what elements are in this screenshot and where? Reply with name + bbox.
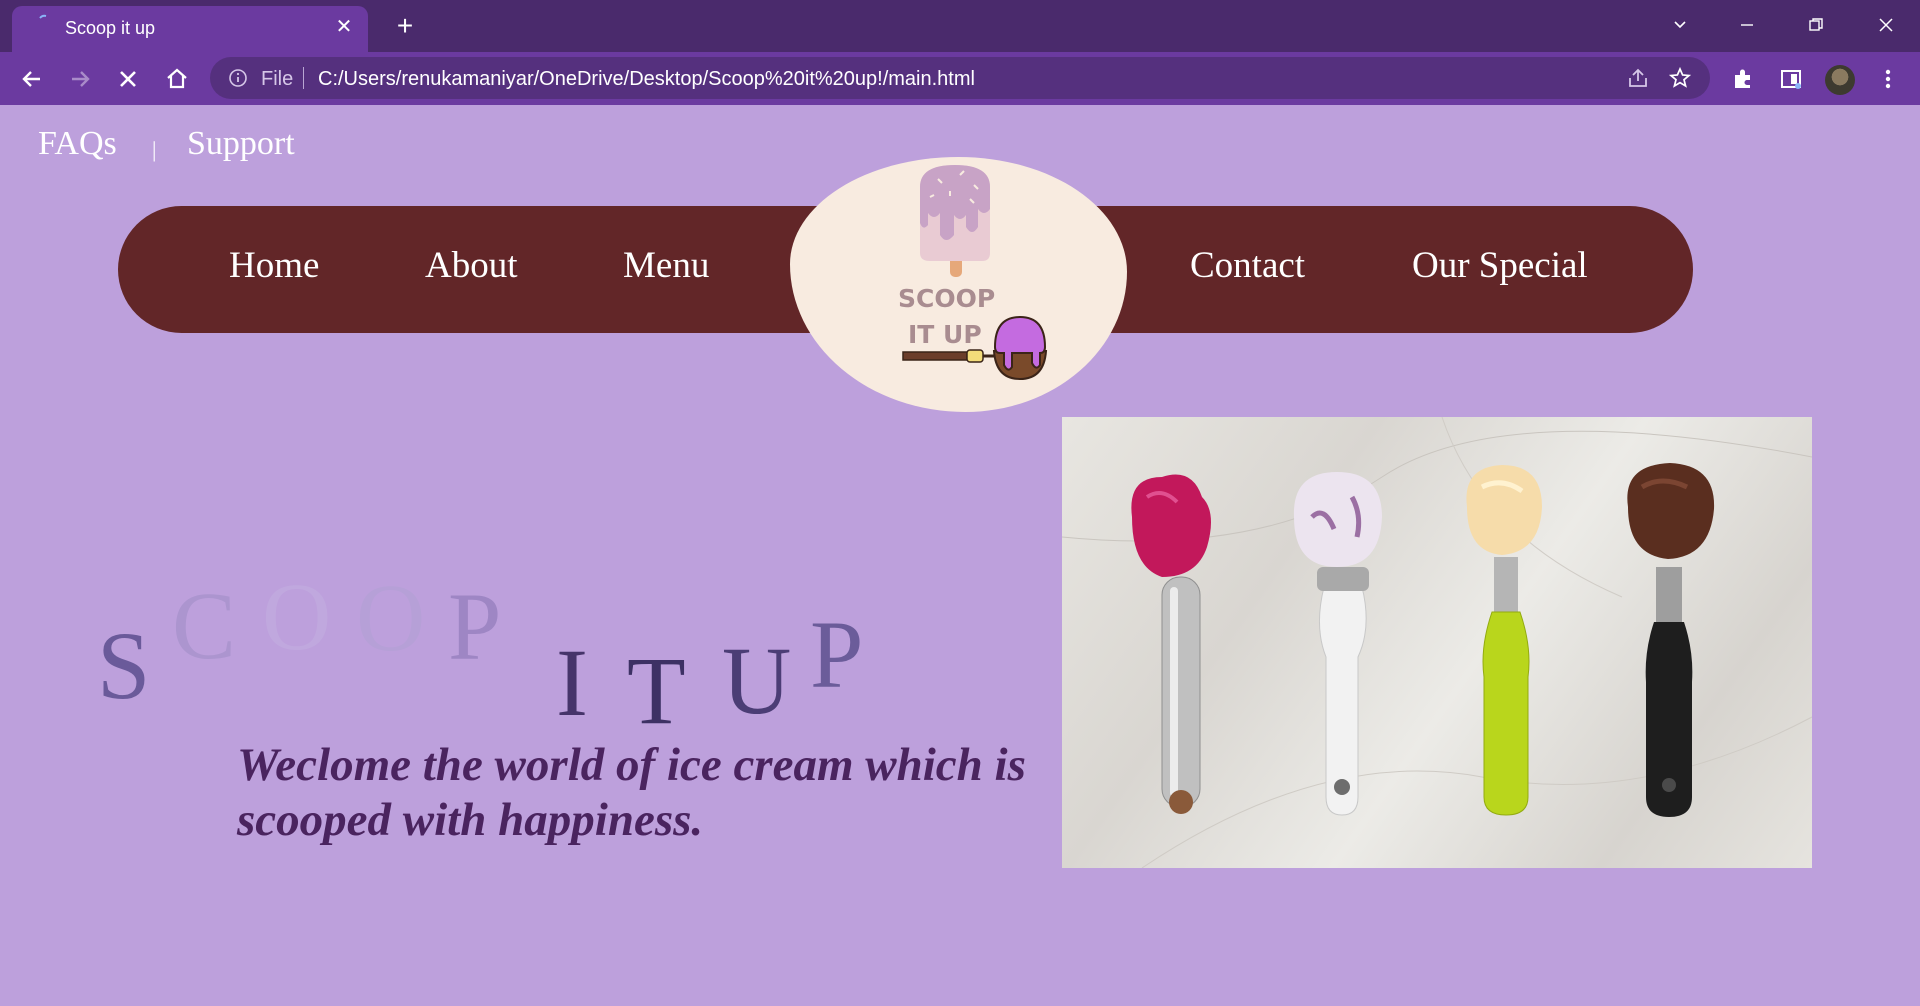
scoops-image	[1062, 417, 1812, 868]
scoop-2	[1293, 472, 1382, 816]
info-icon[interactable]	[228, 68, 248, 88]
close-tab-icon[interactable]: ✕	[332, 15, 356, 39]
support-link[interactable]: Support	[187, 125, 295, 163]
hero-letter: P	[448, 573, 502, 680]
minimize-icon[interactable]	[1727, 10, 1767, 40]
address-url[interactable]: C:/Users/renukamaniyar/OneDrive/Desktop/…	[318, 68, 975, 91]
extensions-icon[interactable]	[1729, 65, 1757, 93]
bookmark-star-icon[interactable]	[1668, 66, 1692, 90]
nav-our-special[interactable]: Our Special	[1412, 244, 1588, 287]
more-menu-icon[interactable]	[1874, 65, 1902, 93]
address-bar[interactable]: File C:/Users/renukamaniyar/OneDrive/Des…	[210, 57, 1710, 99]
stop-loading-icon[interactable]	[114, 65, 142, 93]
hero-letter: T	[627, 637, 686, 744]
new-tab-icon[interactable]: +	[390, 12, 420, 42]
page-content: FAQs | Support Home About Menu Contact O…	[0, 105, 1920, 1006]
loading-icon	[39, 14, 47, 19]
tab-search-icon[interactable]	[1660, 10, 1700, 40]
browser-tabstrip: Scoop it up ✕ +	[0, 0, 1920, 52]
top-links-divider: |	[152, 137, 157, 162]
site-logo[interactable]: SCOOP IT UP	[790, 157, 1127, 412]
scoop-4	[1627, 463, 1715, 817]
forward-icon[interactable]	[66, 65, 94, 93]
nav-contact[interactable]: Contact	[1190, 244, 1305, 287]
ice-cream-logo-icon: SCOOP IT UP	[898, 165, 1048, 381]
hero-letter: U	[722, 627, 792, 734]
profile-avatar[interactable]	[1825, 65, 1855, 95]
nav-about[interactable]: About	[425, 244, 518, 287]
share-icon[interactable]	[1626, 66, 1650, 90]
scheme-label: File	[261, 68, 294, 90]
tagline-line-1: Weclome the world of ice cream which is	[237, 739, 1026, 791]
hero-letter: O	[262, 563, 332, 670]
restore-icon[interactable]	[1796, 10, 1836, 40]
hero-letter: C	[172, 572, 237, 679]
nav-menu[interactable]: Menu	[623, 244, 709, 287]
hero-letter: S	[97, 612, 151, 719]
faqs-link[interactable]: FAQs	[38, 125, 117, 163]
logo-text-scoop: SCOOP	[898, 284, 995, 313]
address-divider	[303, 67, 304, 89]
reading-list-icon[interactable]	[1777, 65, 1805, 93]
browser-tab[interactable]: Scoop it up ✕	[12, 6, 368, 52]
hero-letter: P	[810, 601, 864, 708]
hero-tagline: Weclome the world of ice cream which is …	[237, 738, 1057, 848]
close-window-icon[interactable]	[1866, 10, 1906, 40]
ice-cream-scoops-photo	[1062, 417, 1812, 868]
nav-home[interactable]: Home	[229, 244, 319, 287]
logo-text-it-up: IT UP	[908, 320, 982, 349]
scoop-1	[1131, 474, 1211, 814]
hero-letter: I	[556, 629, 588, 736]
hero-letter: O	[356, 564, 426, 671]
home-icon[interactable]	[163, 65, 191, 93]
scoop-3	[1466, 465, 1542, 816]
tagline-line-2: scooped with happiness.	[237, 794, 704, 846]
tab-title: Scoop it up	[65, 18, 156, 38]
browser-toolbar: File C:/Users/renukamaniyar/OneDrive/Des…	[0, 52, 1920, 105]
back-icon[interactable]	[18, 65, 46, 93]
